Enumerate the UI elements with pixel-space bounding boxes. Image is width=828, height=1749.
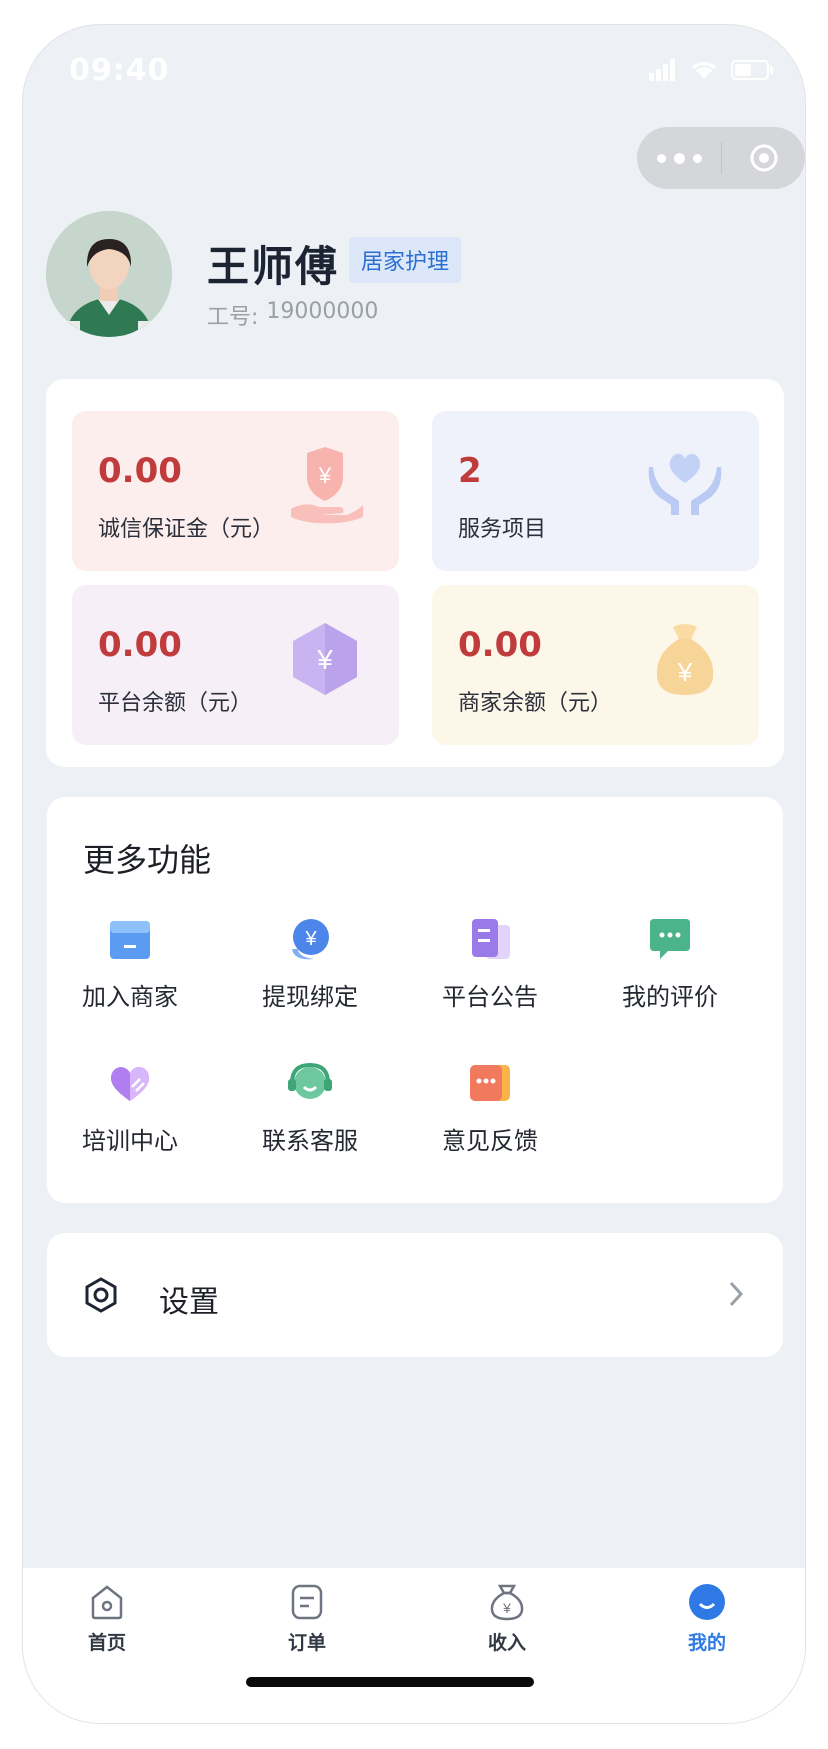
service-tag: 居家护理 — [349, 237, 462, 283]
func-label: 我的评价 — [622, 983, 718, 1011]
func-label: 平台公告 — [442, 983, 538, 1011]
tab-label: 收入 — [487, 1632, 526, 1654]
profile-icon — [689, 1584, 725, 1620]
headset-icon — [288, 1062, 332, 1099]
func-feedback[interactable]: 意见反馈 — [415, 1059, 565, 1169]
yen-bubble-icon: ¥ — [292, 919, 329, 960]
tab-bar: 首页 订单 ¥ 收入 我的 — [23, 1568, 805, 1723]
stat-value: 0.00 — [458, 625, 542, 665]
tab-home[interactable]: 首页 — [47, 1582, 167, 1655]
notice-icon — [472, 919, 510, 959]
hexagon-yen-icon: ¥ — [293, 623, 357, 695]
svg-text:¥: ¥ — [677, 657, 693, 687]
home-indicator — [246, 1677, 534, 1687]
func-contact-support[interactable]: 联系客服 — [235, 1059, 385, 1169]
func-platform-notice[interactable]: 平台公告 — [415, 915, 565, 1025]
svg-text:¥: ¥ — [316, 644, 333, 675]
func-withdraw-binding[interactable]: ¥ 提现绑定 — [235, 915, 385, 1025]
func-label: 联系客服 — [262, 1127, 358, 1155]
stats-card: 0.00 诚信保证金（元） ¥ 2 服务项目 0.00 平台余额（元） ¥ 0.… — [46, 379, 784, 767]
employee-id: 工号: 19000000 — [207, 299, 378, 331]
wifi-icon — [691, 61, 717, 79]
comment-icon — [650, 919, 690, 959]
settings-row[interactable]: 设置 — [47, 1233, 783, 1357]
stat-services[interactable]: 2 服务项目 — [432, 411, 759, 571]
training-heart-icon — [110, 1067, 150, 1101]
mini-program-capsule — [637, 127, 805, 189]
battery-icon — [731, 60, 773, 80]
order-icon — [291, 1584, 323, 1620]
home-icon — [91, 1585, 123, 1620]
employee-id-value: 19000000 — [266, 299, 379, 324]
func-label: 提现绑定 — [262, 983, 358, 1011]
stat-label: 服务项目 — [458, 517, 547, 542]
chevron-right-icon — [729, 1281, 744, 1307]
phone-screen: 09:40 王师傅 居家护理 工号: 19000000 0.00 诚信保证金（元… — [22, 24, 806, 1724]
tab-label: 订单 — [287, 1632, 326, 1654]
tab-label: 首页 — [87, 1632, 126, 1654]
func-label: 培训中心 — [82, 1127, 178, 1155]
stat-label: 商家余额（元） — [458, 691, 613, 716]
store-icon — [110, 921, 150, 959]
stat-value: 0.00 — [98, 451, 182, 491]
func-label: 意见反馈 — [442, 1127, 538, 1155]
target-circle-icon[interactable] — [722, 127, 805, 189]
signal-icon — [649, 59, 675, 81]
stat-label: 平台余额（元） — [98, 691, 253, 716]
tab-mine[interactable]: 我的 — [647, 1582, 767, 1655]
svg-text:¥: ¥ — [502, 1600, 511, 1616]
employee-id-label: 工号: — [207, 305, 259, 330]
svg-text:¥: ¥ — [304, 928, 317, 950]
stat-merchant-balance[interactable]: 0.00 商家余额（元） ¥ — [432, 585, 759, 745]
status-icons — [649, 59, 775, 81]
stat-value: 0.00 — [98, 625, 182, 665]
status-bar: 09:40 — [23, 25, 805, 115]
more-functions-card: 更多功能 加入商家 ¥ 提现绑定 平台公告 我的评价 培训中心 联系客服 意见反… — [47, 797, 783, 1203]
settings-label: 设置 — [159, 1285, 219, 1320]
func-label: 加入商家 — [82, 983, 178, 1011]
stat-label: 诚信保证金（元） — [98, 517, 275, 542]
func-join-merchant[interactable]: 加入商家 — [55, 915, 205, 1025]
svg-text:¥: ¥ — [318, 463, 332, 488]
income-bag-icon: ¥ — [490, 1584, 524, 1621]
func-my-reviews[interactable]: 我的评价 — [595, 915, 745, 1025]
profile-name: 王师傅 — [207, 242, 340, 291]
stat-deposit[interactable]: 0.00 诚信保证金（元） ¥ — [72, 411, 399, 571]
heart-hands-icon — [648, 453, 722, 515]
stat-platform-balance[interactable]: 0.00 平台余额（元） ¥ — [72, 585, 399, 745]
tab-label: 我的 — [687, 1632, 726, 1654]
more-dots-icon[interactable] — [637, 127, 721, 189]
stat-value: 2 — [458, 451, 482, 491]
tab-income[interactable]: ¥ 收入 — [447, 1582, 567, 1655]
shield-yen-hand-icon: ¥ — [291, 447, 363, 524]
avatar[interactable] — [46, 211, 172, 337]
section-title: 更多功能 — [83, 841, 212, 879]
feedback-icon — [470, 1065, 510, 1101]
settings-hexagon-icon — [85, 1277, 117, 1313]
func-training-center[interactable]: 培训中心 — [55, 1059, 205, 1169]
money-bag-icon: ¥ — [656, 624, 714, 695]
status-time: 09:40 — [69, 53, 170, 88]
tab-orders[interactable]: 订单 — [247, 1582, 367, 1655]
